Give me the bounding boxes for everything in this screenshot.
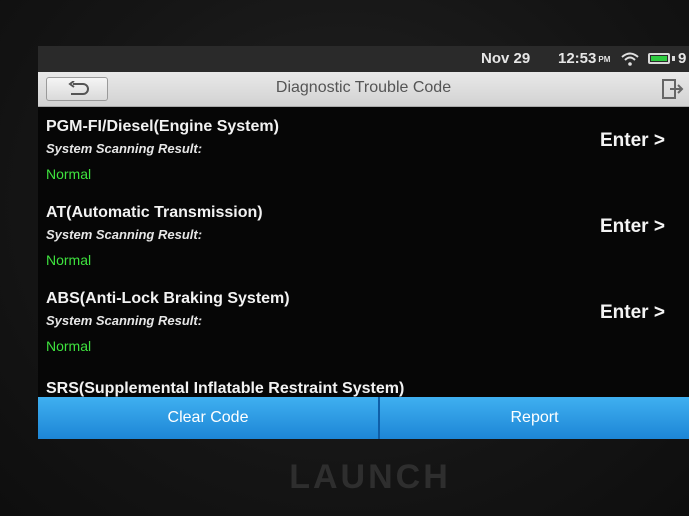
- enter-button[interactable]: Enter >: [600, 302, 665, 324]
- battery-icon: [648, 53, 670, 64]
- battery-tip: [672, 56, 675, 61]
- enter-button[interactable]: Enter >: [600, 130, 665, 152]
- system-row-abs: ABS(Anti-Lock Braking System) System Sca…: [38, 278, 689, 364]
- clear-code-button[interactable]: Clear Code: [38, 397, 378, 439]
- system-name: SRS(Supplemental Inflatable Restraint Sy…: [46, 380, 405, 397]
- status-time: 12:53 PM: [558, 50, 610, 67]
- wifi-icon: [621, 52, 639, 66]
- brand-logo: LAUNCH: [289, 458, 451, 496]
- system-name: ABS(Anti-Lock Braking System): [46, 290, 290, 307]
- status-clock: 12:53: [558, 50, 597, 67]
- status-overflow: 9: [678, 50, 687, 67]
- system-name: PGM-FI/Diesel(Engine System): [46, 118, 279, 135]
- action-bar: Clear Code Report: [38, 397, 689, 439]
- exit-icon[interactable]: [660, 78, 684, 100]
- system-row-engine: PGM-FI/Diesel(Engine System) System Scan…: [38, 106, 689, 192]
- status-date: Nov 29: [481, 50, 531, 67]
- scan-result-value: Normal: [46, 252, 92, 268]
- scan-result-value: Normal: [46, 338, 92, 354]
- scan-result-label: System Scanning Result:: [46, 313, 203, 328]
- system-row-srs[interactable]: SRS(Supplemental Inflatable Restraint Sy…: [38, 372, 689, 397]
- title-bar: Diagnostic Trouble Code: [38, 72, 689, 107]
- enter-button[interactable]: Enter >: [600, 216, 665, 238]
- device-screen: Nov 29 12:53 PM 9 Diagnostic Trouble Code…: [38, 46, 689, 439]
- system-list: PGM-FI/Diesel(Engine System) System Scan…: [38, 106, 689, 397]
- status-bar: Nov 29 12:53 PM 9: [38, 46, 689, 72]
- status-ampm: PM: [598, 54, 611, 64]
- system-row-transmission: AT(Automatic Transmission) System Scanni…: [38, 192, 689, 278]
- scan-result-value: Normal: [46, 166, 92, 182]
- system-name: AT(Automatic Transmission): [46, 204, 263, 221]
- scan-result-label: System Scanning Result:: [46, 141, 203, 156]
- page-title: Diagnostic Trouble Code: [275, 79, 452, 96]
- scan-result-label: System Scanning Result:: [46, 227, 203, 242]
- report-button[interactable]: Report: [380, 397, 689, 439]
